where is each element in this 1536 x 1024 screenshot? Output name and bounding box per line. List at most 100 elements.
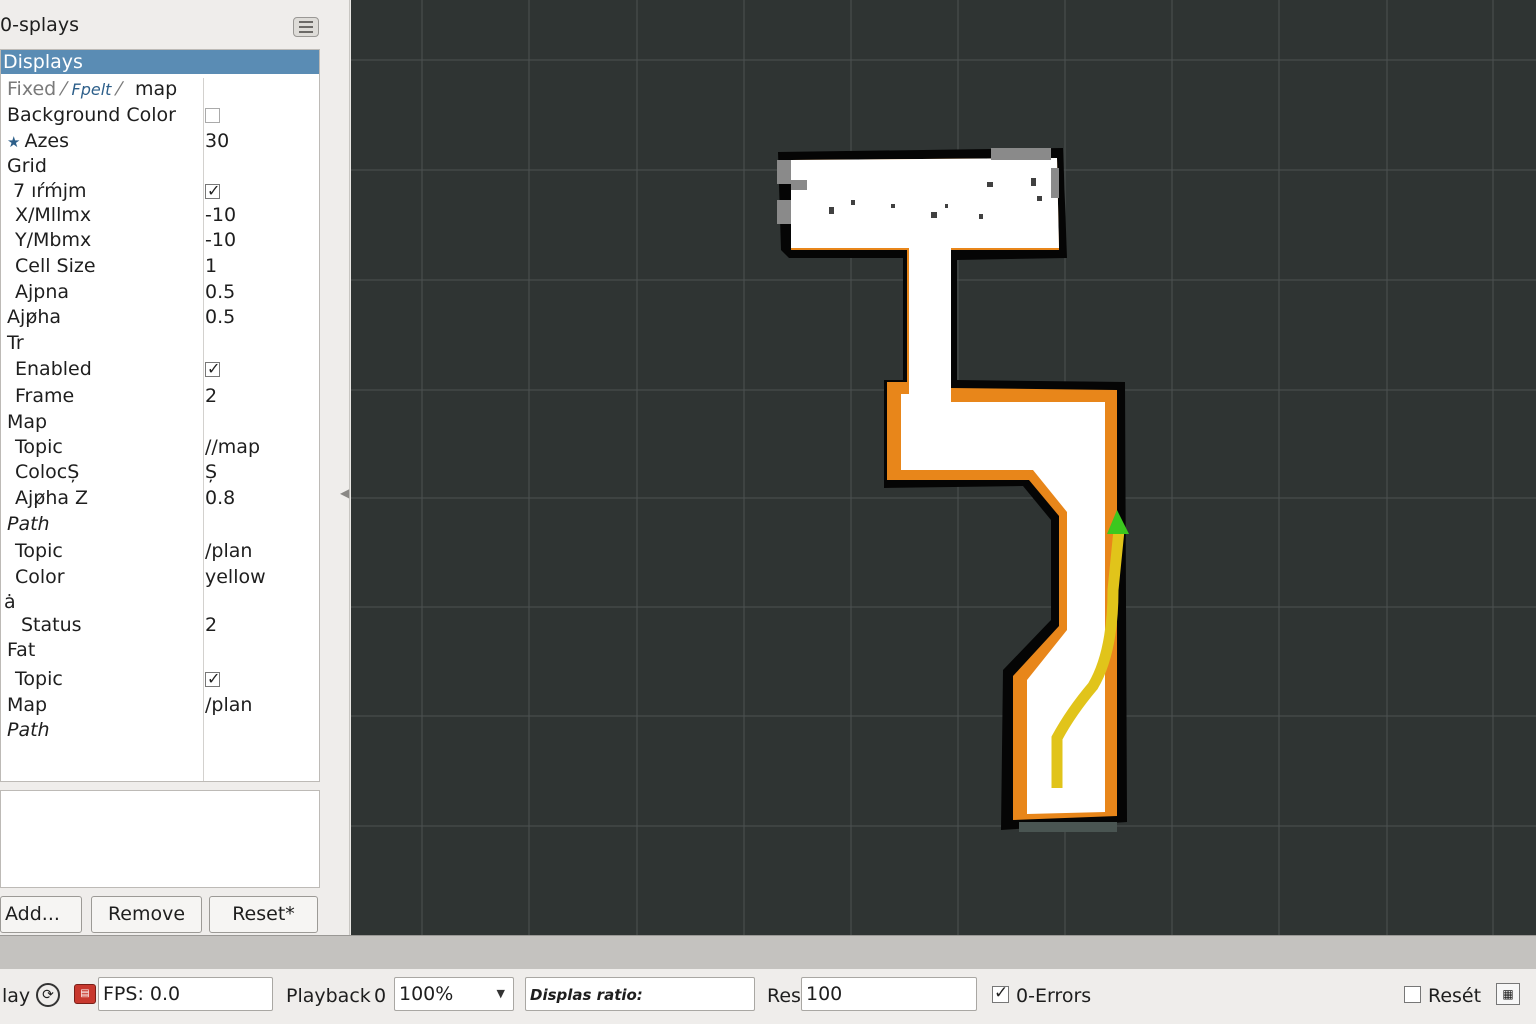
errors-label: 0-Errors	[1016, 985, 1092, 1007]
row-value[interactable]: 2	[205, 614, 217, 636]
row-value[interactable]: /plan	[205, 540, 252, 562]
fps-field[interactable]: FPS: 0.0	[98, 977, 273, 1011]
star-icon: ★	[7, 133, 21, 151]
rviz-window: 0-splays Displays Fixed ⁄ Fpelt ⁄ map Ba…	[0, 0, 1536, 1024]
row-label: Azes	[24, 130, 70, 152]
status-bar: lay ⟳ ▤ FPS: 0.0 Playback 0 100% ▼ Displ…	[0, 969, 1536, 1024]
row-label: Map	[7, 694, 48, 716]
row-label: ȧ	[4, 591, 16, 613]
displays-header[interactable]: Displays	[1, 50, 319, 74]
tree-row-fat-topic[interactable]: Topic	[1, 668, 319, 692]
res-field[interactable]: 100	[801, 977, 977, 1011]
row-value[interactable]: -10	[205, 204, 236, 226]
row-label: Cell Size	[15, 255, 96, 277]
row-value[interactable]: /plan	[205, 694, 252, 716]
tree-row-alpha[interactable]: Ajpna 0.5	[1, 281, 319, 305]
map-exit-gap	[1019, 822, 1117, 832]
tree-row-tf[interactable]: Tr	[1, 332, 319, 356]
background-color-checkbox[interactable]	[205, 108, 220, 123]
row-value[interactable]: yellow	[205, 566, 266, 588]
row-value[interactable]: map	[135, 78, 177, 100]
tree-row-y[interactable]: Y/Mbmx -10	[1, 229, 319, 253]
displays-panel: 0-splays Displays Fixed ⁄ Fpelt ⁄ map Ba…	[0, 0, 350, 935]
tree-row-path-2[interactable]: Path	[1, 719, 319, 743]
tree-row-map-color[interactable]: ColocȘ Ș	[1, 461, 319, 485]
zoom-value: 100%	[399, 983, 454, 1005]
reset-button[interactable]: Reset*	[209, 896, 318, 933]
fps-icon: ▤	[74, 984, 96, 1004]
row-value[interactable]: //map	[205, 436, 260, 458]
playback-value: 0	[374, 985, 387, 1007]
panel-menu-icon[interactable]	[293, 17, 319, 37]
row-value[interactable]: 2	[205, 385, 217, 407]
tree-row-path[interactable]: Path	[1, 513, 319, 537]
row-value[interactable]: 0.8	[205, 487, 235, 509]
tree-row-tf-enabled[interactable]: Enabled	[1, 358, 319, 382]
add-button[interactable]: Add...	[0, 896, 82, 933]
row-label: Ajp̷ha	[7, 306, 62, 328]
tree-row-grid-enabled[interactable]: 7 ıŕḿjm	[1, 180, 319, 204]
row-label: Path	[7, 719, 50, 741]
tree-row-fat[interactable]: Fat	[1, 639, 319, 663]
tree-row-frame[interactable]: Frame 2	[1, 385, 319, 409]
tree-row-axes[interactable]: ★ Azes 30	[1, 130, 319, 154]
row-value[interactable]: 1	[205, 255, 217, 277]
reset-view-icon[interactable]: ⟳	[36, 983, 60, 1007]
tree-row-alpha-2[interactable]: Ajp̷ha 0.5	[1, 306, 319, 330]
collapse-panel-arrow-icon[interactable]: ◀	[340, 486, 349, 500]
row-label: Color	[15, 566, 65, 588]
tree-row-map-2[interactable]: Map /plan	[1, 694, 319, 718]
reset-checkbox[interactable]	[1404, 986, 1421, 1003]
row-label: Topic	[15, 540, 63, 562]
row-label: Fat	[7, 639, 36, 661]
row-value[interactable]: 0.5	[205, 281, 235, 303]
row-label: Background Color	[7, 104, 176, 126]
row-label: Enabled	[15, 358, 92, 380]
row-label: Map	[7, 411, 48, 433]
panel-separator[interactable]	[0, 935, 1536, 969]
row-value[interactable]: 0.5	[205, 306, 235, 328]
row-label: ColocȘ	[15, 461, 80, 483]
res-label: Res	[767, 985, 801, 1007]
tree-row-path-topic[interactable]: Topic /plan	[1, 540, 319, 564]
row-label: Ajpna	[15, 281, 70, 303]
row-label: Topic	[15, 436, 63, 458]
display-ratio-field[interactable]: Displas ratio:	[525, 977, 755, 1011]
tree-row-map[interactable]: Map	[1, 411, 319, 435]
tree-row-x[interactable]: X/Mllmx -10	[1, 204, 319, 228]
tree-row-path-color[interactable]: Color yellow	[1, 566, 319, 590]
zoom-select[interactable]: 100% ▼	[394, 977, 514, 1011]
display-ratio-label: Displas ratio:	[530, 986, 643, 1004]
map-render	[351, 0, 1536, 935]
errors-checkbox[interactable]	[992, 983, 1009, 1003]
tree-row-group-a[interactable]: ȧ	[1, 591, 319, 615]
tree-row-grid[interactable]: Grid	[1, 155, 319, 179]
row-label: Y/Mbmx	[15, 229, 92, 251]
chevron-down-icon: ▼	[496, 987, 505, 1000]
row-label: Tr	[7, 332, 24, 354]
tree-row-cell-size[interactable]: Cell Size 1	[1, 255, 319, 279]
tree-row-status[interactable]: Status 2	[1, 614, 319, 638]
tree-row-map-alpha[interactable]: Ajp̷ha Z 0.8	[1, 487, 319, 511]
topic-checkbox[interactable]	[205, 669, 220, 688]
tree-row-map-topic[interactable]: Topic //map	[1, 436, 319, 460]
display-tree[interactable]: Displays Fixed ⁄ Fpelt ⁄ map Background …	[0, 49, 320, 782]
row-label: Path	[7, 513, 50, 535]
tree-row-fixed-frame[interactable]: Fixed ⁄ Fpelt ⁄ map	[1, 78, 319, 102]
row-value[interactable]: Ș	[205, 461, 217, 483]
playback-label: Playback	[286, 985, 371, 1007]
layout-icon[interactable]: ▦	[1496, 983, 1520, 1005]
3d-viewport[interactable]	[351, 0, 1536, 935]
grid-enabled-checkbox[interactable]	[205, 181, 220, 200]
reset-label: Resét	[1428, 985, 1482, 1007]
row-value[interactable]: -10	[205, 229, 236, 251]
row-label: 7 ıŕḿjm	[13, 180, 87, 202]
tf-enabled-checkbox[interactable]	[205, 359, 220, 378]
row-label: X/Mllmx	[15, 204, 92, 226]
row-label: Topic	[15, 668, 63, 690]
remove-button[interactable]: Remove	[91, 896, 202, 933]
row-value[interactable]: 30	[205, 130, 229, 152]
row-label: Frame	[15, 385, 75, 407]
row-sublabel: Fpelt	[71, 80, 112, 99]
tree-row-background-color[interactable]: Background Color	[1, 104, 319, 128]
